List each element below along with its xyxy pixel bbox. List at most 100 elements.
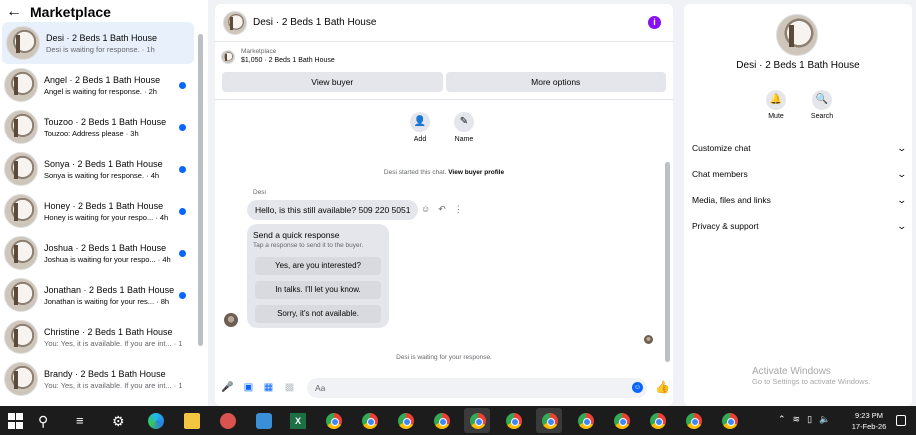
chrome-icon[interactable] bbox=[578, 413, 594, 429]
message-input[interactable]: Aa bbox=[307, 378, 647, 398]
chevron-up-icon[interactable]: ⌃ bbox=[778, 414, 786, 425]
info-icon[interactable]: i bbox=[648, 16, 661, 29]
conversation-item[interactable]: Honey · 2 Beds 1 Bath House Honey is wait… bbox=[0, 190, 196, 232]
file-explorer-icon[interactable] bbox=[184, 413, 200, 429]
conversation-item[interactable]: Sonya · 2 Beds 1 Bath House Sonya is wait… bbox=[0, 148, 196, 190]
gif-icon[interactable]: ▩ bbox=[284, 382, 295, 393]
conversation-item[interactable]: Angel · 2 Beds 1 Bath House Angel is wait… bbox=[0, 64, 196, 106]
menu-customize-chat[interactable]: Customize chat ⌄ bbox=[692, 135, 908, 161]
chrome-icon[interactable] bbox=[362, 413, 378, 429]
chrome-icon[interactable] bbox=[650, 413, 666, 429]
mail-app-icon[interactable] bbox=[256, 413, 272, 429]
listing-thumbnail bbox=[4, 362, 38, 396]
mute-action[interactable]: 🔔 Mute bbox=[764, 90, 788, 120]
chrome-icon[interactable] bbox=[722, 413, 738, 429]
conversation-item[interactable]: Brandy · 2 Beds 1 Bath House You: Yes, it… bbox=[0, 358, 196, 400]
conversation-item[interactable]: Desi · 2 Beds 1 Bath House Desi is waitin… bbox=[2, 22, 194, 64]
menu-chat-members[interactable]: Chat members ⌄ bbox=[692, 161, 908, 187]
quick-reply-button[interactable]: Sorry, it's not available. bbox=[255, 305, 381, 323]
unread-indicator bbox=[179, 124, 186, 131]
conversation-item[interactable]: Touzoo · 2 Beds 1 Bath House Touzoo: Addr… bbox=[0, 106, 196, 148]
emoji-react-icon[interactable]: ☺ bbox=[421, 204, 430, 215]
edge-browser-icon[interactable] bbox=[148, 413, 164, 429]
more-vertical-icon[interactable]: ⋮ bbox=[454, 204, 463, 215]
incoming-message[interactable]: Hello, is this still available? 509 220 … bbox=[247, 200, 419, 220]
quick-reply-button[interactable]: Yes, are you interested? bbox=[255, 257, 381, 275]
menu-item-label: Privacy & support bbox=[692, 221, 759, 231]
view-buyer-profile-link[interactable]: View buyer profile bbox=[448, 169, 504, 176]
app-icon[interactable] bbox=[220, 413, 236, 429]
listing-thumbnail bbox=[4, 278, 38, 312]
chrome-icon[interactable] bbox=[506, 413, 522, 429]
details-actions: 🔔 Mute 🔍 Search bbox=[764, 90, 834, 120]
conversation-name: Honey · 2 Beds 1 Bath House bbox=[44, 200, 164, 211]
gear-icon[interactable]: ⚙ bbox=[112, 413, 128, 429]
mute-label: Mute bbox=[768, 113, 784, 120]
volume-icon[interactable]: 🔈 bbox=[819, 414, 830, 425]
menu-item-label: Customize chat bbox=[692, 143, 751, 153]
chrome-icon[interactable] bbox=[326, 413, 342, 429]
chrome-icon[interactable] bbox=[614, 413, 630, 429]
marketplace-label: Marketplace bbox=[241, 48, 277, 55]
chrome-icon[interactable] bbox=[398, 413, 414, 429]
search-icon: 🔍 bbox=[812, 90, 832, 110]
details-menu: Customize chat ⌄ Chat members ⌄ Media, f… bbox=[692, 135, 908, 239]
watermark-title: Activate Windows bbox=[752, 366, 831, 377]
network-icon[interactable]: ≋ bbox=[793, 414, 801, 425]
menu-privacy-support[interactable]: Privacy & support ⌄ bbox=[692, 213, 908, 239]
bell-icon: 🔔 bbox=[766, 90, 786, 110]
add-action[interactable]: 👤 Add bbox=[405, 112, 435, 143]
search-label: Search bbox=[810, 113, 834, 120]
unread-indicator bbox=[179, 208, 186, 215]
chat-started-notice: Desi started this chat. View buyer profi… bbox=[215, 169, 673, 176]
excel-icon[interactable]: X bbox=[290, 413, 306, 429]
more-options-button[interactable]: More options bbox=[445, 72, 666, 92]
conversation-preview: Joshua is waiting for your respo... · 4h bbox=[44, 254, 171, 264]
activate-windows-watermark: Activate Windows Go to Settings to activ… bbox=[752, 366, 870, 386]
arrow-left-icon[interactable]: ← bbox=[6, 3, 22, 21]
details-thumbnail[interactable] bbox=[776, 14, 818, 56]
unread-indicator bbox=[179, 292, 186, 299]
microphone-icon[interactable]: 🎤 bbox=[221, 382, 233, 393]
sticker-icon[interactable]: ▦ bbox=[263, 382, 274, 393]
windows-start-icon[interactable] bbox=[8, 413, 24, 429]
menu-media-files-links[interactable]: Media, files and links ⌄ bbox=[692, 187, 908, 213]
chevron-down-icon: ⌄ bbox=[896, 194, 908, 205]
reply-icon[interactable]: ↶ bbox=[438, 204, 446, 215]
conversation-item[interactable]: Joshua · 2 Beds 1 Bath House Joshua is wa… bbox=[0, 232, 196, 274]
quick-reply-button[interactable]: In talks. I'll let you know. bbox=[255, 281, 381, 299]
unread-indicator bbox=[179, 250, 186, 257]
battery-icon[interactable]: ▯ bbox=[807, 414, 812, 425]
chrome-icon[interactable] bbox=[542, 413, 558, 429]
search-action[interactable]: 🔍 Search bbox=[810, 90, 834, 120]
conversation-preview: Touzoo: Address please · 3h bbox=[44, 128, 139, 138]
chat-title[interactable]: Desi · 2 Beds 1 Bath House bbox=[253, 17, 376, 28]
quick-response-subtitle: Tap a response to send it to the buyer. bbox=[253, 242, 364, 249]
thumbs-up-icon[interactable]: 👍 bbox=[655, 380, 670, 394]
taskbar-clock[interactable]: 9:23 PM 17-Feb-26 bbox=[848, 410, 890, 432]
listing-thumbnail bbox=[4, 152, 38, 186]
conversation-item[interactable]: Christine · 2 Beds 1 Bath House You: Yes,… bbox=[0, 316, 196, 358]
emoji-icon[interactable]: ☺ bbox=[632, 382, 643, 393]
chrome-icon[interactable] bbox=[434, 413, 450, 429]
waiting-notice: Desi is waiting for your response. bbox=[396, 354, 492, 361]
search-icon[interactable]: ⚲ bbox=[38, 413, 54, 429]
sidebar-scrollbar[interactable] bbox=[198, 34, 203, 346]
seen-avatar bbox=[644, 335, 653, 344]
listing-thumbnail[interactable] bbox=[223, 10, 247, 35]
notification-icon[interactable] bbox=[896, 415, 906, 426]
name-action[interactable]: ✎ Name bbox=[449, 112, 479, 143]
conversation-name: Joshua · 2 Beds 1 Bath House bbox=[44, 242, 167, 253]
conversation-item[interactable]: Jonathan · 2 Beds 1 Bath House Jonathan i… bbox=[0, 274, 196, 316]
chat-header: Desi · 2 Beds 1 Bath House i bbox=[215, 4, 673, 42]
photo-icon[interactable]: ▣ bbox=[243, 382, 254, 393]
chrome-icon[interactable] bbox=[470, 413, 486, 429]
view-buyer-button[interactable]: View buyer bbox=[222, 72, 443, 92]
chat-scrollbar[interactable] bbox=[665, 162, 670, 362]
sender-avatar[interactable] bbox=[224, 313, 238, 327]
details-title: Desi · 2 Beds 1 Bath House bbox=[736, 60, 860, 71]
task-view-icon[interactable]: ≡ bbox=[76, 413, 92, 429]
listing-summary[interactable]: Marketplace $1,050 · 2 Beds 1 Bath House bbox=[221, 48, 335, 66]
chrome-icon[interactable] bbox=[686, 413, 702, 429]
conversation-preview: You: Yes, it is available. If you are in… bbox=[44, 338, 182, 348]
